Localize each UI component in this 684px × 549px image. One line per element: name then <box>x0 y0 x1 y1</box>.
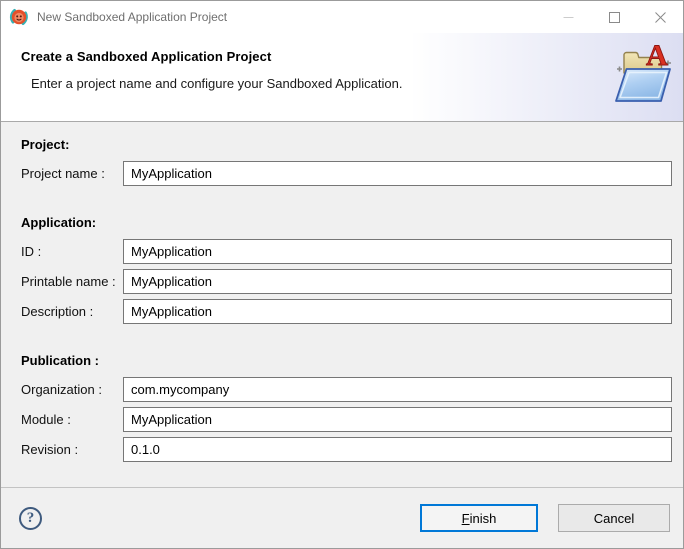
close-icon <box>654 11 666 23</box>
svg-text:A: A <box>646 39 668 72</box>
form-content: Project: Project name : Application: ID … <box>1 122 683 487</box>
minimize-icon <box>563 16 573 18</box>
revision-input[interactable] <box>123 437 672 462</box>
window-title: New Sandboxed Application Project <box>37 10 228 24</box>
project-name-label: Project name : <box>21 166 105 181</box>
field-row: ID : <box>21 239 672 264</box>
field-row: Description : <box>21 299 672 324</box>
printable-name-label: Printable name : <box>21 274 116 289</box>
section-heading-application: Application: <box>21 215 97 230</box>
minimize-button <box>545 1 591 33</box>
finish-label-rest: inish <box>469 510 497 526</box>
field-row: Organization : <box>21 377 672 402</box>
id-input[interactable] <box>123 239 672 264</box>
organization-label: Organization : <box>21 382 102 397</box>
finish-label-mnemonic: F <box>461 510 470 526</box>
description-label: Description : <box>21 304 94 319</box>
banner-subtitle: Enter a project name and configure your … <box>31 76 403 91</box>
banner-title: Create a Sandboxed Application Project <box>21 49 272 64</box>
printable-name-input[interactable] <box>123 269 672 294</box>
section-heading-project: Project: <box>21 137 70 152</box>
section-heading-publication: Publication : <box>21 353 99 368</box>
maximize-icon <box>608 11 620 23</box>
app-icon <box>9 9 28 25</box>
button-bar: ? Finish Cancel <box>1 488 683 548</box>
field-row: Printable name : <box>21 269 672 294</box>
field-row: Module : <box>21 407 672 432</box>
titlebar: New Sandboxed Application Project <box>1 1 683 33</box>
finish-button[interactable]: Finish <box>420 504 538 532</box>
new-sandboxed-application-project-dialog: New Sandboxed Application Project Create… <box>0 0 684 549</box>
help-button[interactable]: ? <box>19 506 42 530</box>
field-row: Revision : <box>21 437 672 462</box>
new-application-folder-icon: A <box>615 39 671 102</box>
wizard-banner: Create a Sandboxed Application Project E… <box>1 33 683 121</box>
description-input[interactable] <box>123 299 672 324</box>
revision-label: Revision : <box>21 442 79 457</box>
organization-input[interactable] <box>123 377 672 402</box>
module-label: Module : <box>21 412 71 427</box>
close-button[interactable] <box>637 1 683 33</box>
field-row: Project name : <box>21 161 672 186</box>
project-name-input[interactable] <box>123 161 672 186</box>
maximize-button[interactable] <box>591 1 637 33</box>
id-label: ID : <box>21 244 42 259</box>
help-icon: ? <box>26 509 35 526</box>
module-input[interactable] <box>123 407 672 432</box>
cancel-button[interactable]: Cancel <box>558 504 670 532</box>
cancel-label: Cancel <box>593 510 635 526</box>
